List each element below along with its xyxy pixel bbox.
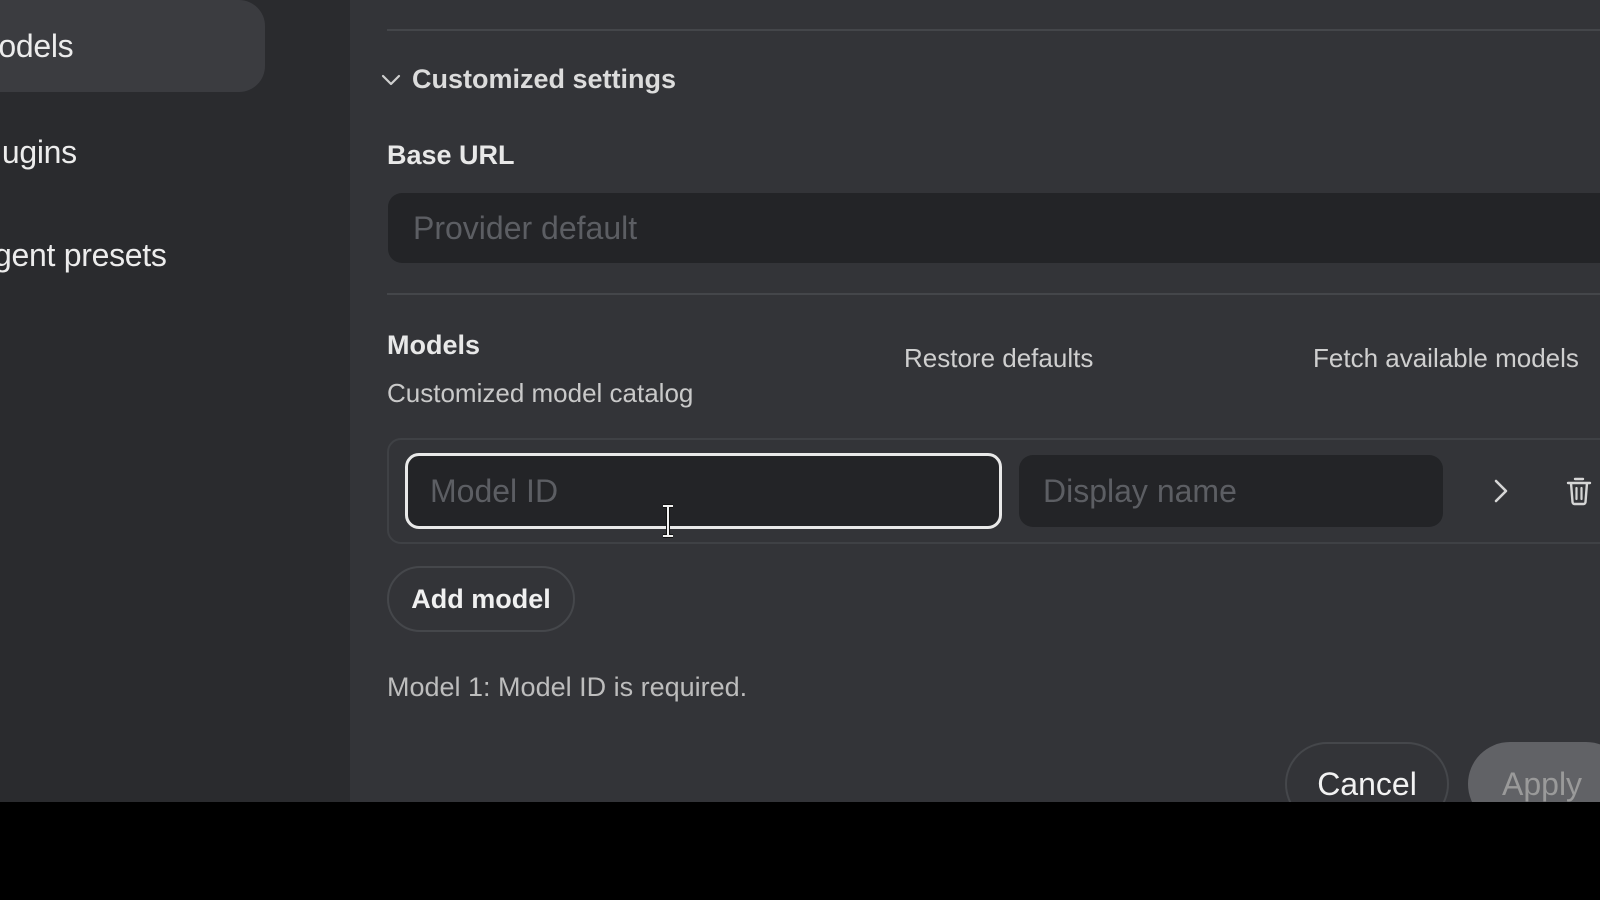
divider <box>387 293 1600 295</box>
fetch-available-models-button[interactable]: Fetch available models <box>1313 343 1579 374</box>
sidebar-item-plugins[interactable]: Plugins <box>0 106 265 198</box>
display-name-input[interactable] <box>1019 455 1443 527</box>
sidebar-item-models[interactable]: Models <box>0 0 265 92</box>
base-url-input[interactable] <box>388 193 1600 263</box>
apply-button[interactable]: Apply <box>1468 742 1600 802</box>
section-title: Customized settings <box>412 64 677 94</box>
divider <box>387 29 1600 31</box>
sidebar-item-label: Agent presets <box>0 236 167 273</box>
models-label: Models <box>387 330 481 360</box>
base-url-label: Base URL <box>387 140 515 170</box>
sidebar: Models Plugins Agent presets <box>0 0 350 802</box>
add-model-button[interactable]: Add model <box>387 566 575 632</box>
sidebar-item-agent-presets[interactable]: Agent presets <box>0 209 265 301</box>
settings-panel: Customized settings Base URL Models Cust… <box>350 0 1600 802</box>
model-row <box>387 438 1600 544</box>
model-id-input[interactable] <box>405 453 1002 529</box>
customized-settings-toggle[interactable]: Customized settings <box>380 64 676 95</box>
cancel-button[interactable]: Cancel <box>1285 742 1449 802</box>
sidebar-item-label: Models <box>0 27 74 64</box>
restore-defaults-button[interactable]: Restore defaults <box>904 343 1093 374</box>
chevron-down-icon <box>380 69 402 91</box>
text-cursor-icon <box>661 504 675 538</box>
sidebar-item-label: Plugins <box>0 133 77 170</box>
chevron-right-icon[interactable] <box>1483 473 1519 509</box>
validation-error: Model 1: Model ID is required. <box>387 672 748 702</box>
letterbox-bar <box>0 802 1600 900</box>
trash-icon[interactable] <box>1561 473 1597 509</box>
settings-window: Models Plugins Agent presets Customized … <box>0 0 1600 802</box>
models-subtitle: Customized model catalog <box>387 378 694 408</box>
